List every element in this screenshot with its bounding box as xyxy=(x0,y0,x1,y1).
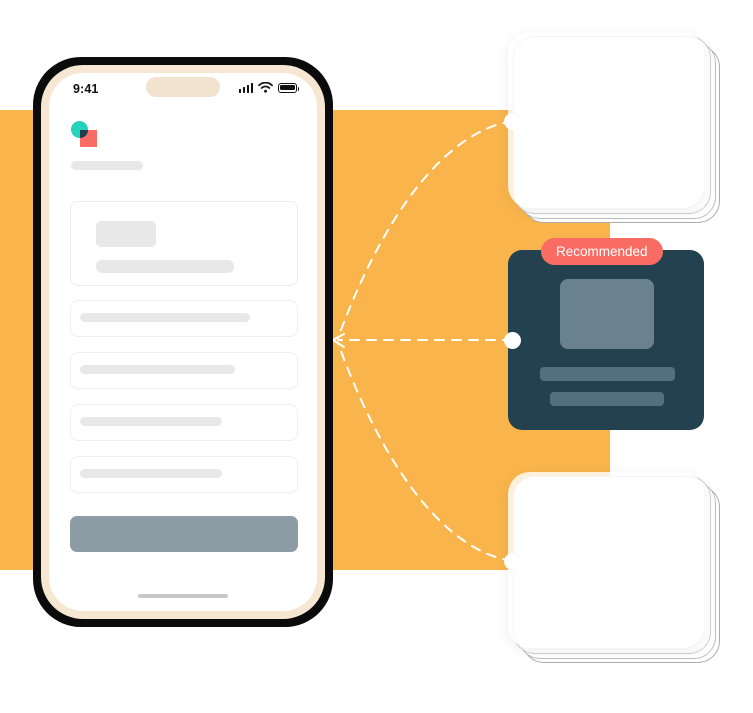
skeleton-row-line xyxy=(80,469,222,478)
card-image-placeholder xyxy=(560,495,660,568)
skeleton-row-line xyxy=(80,417,222,426)
skeleton-image-placeholder xyxy=(96,221,156,247)
card-text-line-2 xyxy=(551,611,664,624)
skeleton-row-line xyxy=(80,313,250,322)
card-image-placeholder xyxy=(560,279,654,349)
connector-dot-middle xyxy=(504,332,521,349)
card-text-line-2 xyxy=(551,171,664,184)
battery-full-icon xyxy=(278,82,300,93)
app-logo xyxy=(71,121,97,147)
list-item[interactable] xyxy=(70,404,298,441)
illustration-stage: 9:41 Recommended xyxy=(0,0,753,713)
skeleton-hero-card[interactable] xyxy=(70,201,298,286)
recommendation-card-bottom[interactable] xyxy=(508,472,724,663)
card-text-line-2 xyxy=(550,392,664,406)
status-bar-icons xyxy=(238,82,300,93)
card-top-face[interactable] xyxy=(508,32,704,208)
recommendation-card-top[interactable] xyxy=(508,32,724,223)
card-middle-face[interactable] xyxy=(508,250,704,430)
card-text-line-1 xyxy=(540,147,675,160)
list-item[interactable] xyxy=(70,352,298,389)
home-indicator xyxy=(138,594,228,598)
dynamic-island xyxy=(146,77,220,97)
status-bar-time: 9:41 xyxy=(73,82,99,96)
list-item[interactable] xyxy=(70,456,298,493)
wifi-icon xyxy=(258,82,273,93)
skeleton-page-title xyxy=(71,161,143,170)
primary-cta-button[interactable] xyxy=(70,516,298,552)
connector-dot-bottom xyxy=(504,553,521,570)
status-bar: 9:41 xyxy=(49,73,317,107)
list-item[interactable] xyxy=(70,300,298,337)
card-text-line-1 xyxy=(540,367,675,381)
skeleton-text-placeholder xyxy=(96,260,234,273)
skeleton-row-line xyxy=(80,365,235,374)
status-badge: Recommended xyxy=(541,238,663,265)
card-bottom-face[interactable] xyxy=(508,472,704,648)
card-text-line-1 xyxy=(540,587,675,600)
phone-screen[interactable]: 9:41 xyxy=(49,73,317,611)
connector-dot-top xyxy=(504,113,521,130)
card-image-placeholder xyxy=(560,55,660,128)
phone-mockup: 9:41 xyxy=(33,57,333,627)
signal-bars-icon xyxy=(238,82,253,93)
